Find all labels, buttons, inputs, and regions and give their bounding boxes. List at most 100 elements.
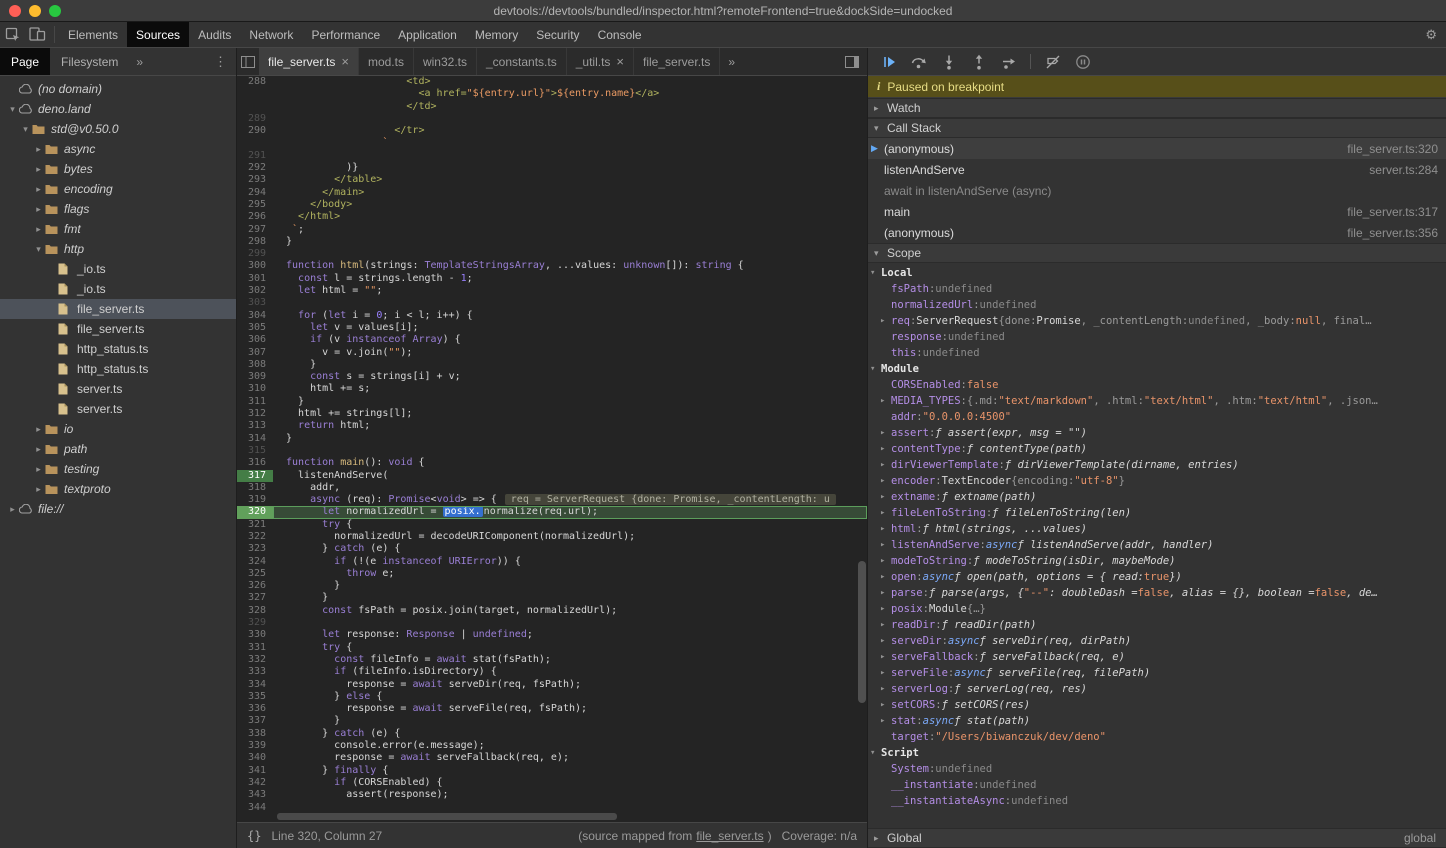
code-content[interactable]: response = await serveFile(req, fsPath);: [273, 703, 867, 715]
device-toolbar-icon[interactable]: [25, 22, 50, 47]
expander-icon[interactable]: ▸: [880, 700, 891, 710]
expander-icon[interactable]: ▸: [880, 492, 891, 502]
vertical-scrollbar-thumb[interactable]: [858, 561, 866, 703]
expander-icon[interactable]: ▾: [6, 104, 19, 115]
line-number[interactable]: 320: [237, 506, 273, 518]
callstack-frame-await-in-listenandserve-async-[interactable]: await in listenAndServe (async): [868, 180, 1446, 201]
expander-icon[interactable]: ▸: [880, 524, 891, 534]
line-number[interactable]: 342: [237, 777, 273, 789]
expander-icon[interactable]: ▸: [32, 184, 45, 195]
code-content[interactable]: }: [273, 359, 867, 371]
line-number[interactable]: 300: [237, 260, 273, 272]
resume-button[interactable]: [875, 51, 902, 73]
expander-icon[interactable]: ▸: [880, 652, 891, 662]
expander-icon[interactable]: ▸: [880, 396, 891, 406]
code-content[interactable]: assert(response);: [273, 789, 867, 801]
expander-icon[interactable]: ▸: [880, 572, 891, 582]
callstack-frame-main[interactable]: mainfile_server.ts:317: [868, 201, 1446, 222]
editor-tab-_constants.ts[interactable]: _constants.ts: [477, 48, 567, 75]
code-content[interactable]: </tr>: [273, 125, 867, 137]
expander-icon[interactable]: ▸: [880, 620, 891, 630]
tree-item-_io.ts[interactable]: _io.ts: [0, 259, 236, 279]
scope-section-local[interactable]: ▾Local: [868, 265, 1446, 281]
code-content[interactable]: if (CORSEnabled) {: [273, 777, 867, 789]
line-number[interactable]: 332: [237, 654, 273, 666]
line-number[interactable]: 309: [237, 371, 273, 383]
code-content[interactable]: let response: Response | undefined;: [273, 629, 867, 641]
scope-var-open[interactable]: ▸open: async ƒ open(path, options = { re…: [868, 569, 1446, 585]
expander-icon[interactable]: ▸: [880, 316, 891, 326]
expander-icon[interactable]: ▸: [32, 204, 45, 215]
line-number[interactable]: [237, 101, 273, 113]
scope-var-filelentostring[interactable]: ▸fileLenToString: ƒ fileLenToString(len): [868, 505, 1446, 521]
expander-icon[interactable]: ▸: [880, 508, 891, 518]
expander-icon[interactable]: ▸: [32, 444, 45, 455]
expander-icon[interactable]: ▾: [870, 748, 881, 758]
line-number[interactable]: 311: [237, 396, 273, 408]
code-content[interactable]: try {: [273, 519, 867, 531]
close-window-button[interactable]: [9, 5, 21, 17]
pretty-print-button[interactable]: {}: [247, 829, 261, 843]
code-content[interactable]: v = v.join("");: [273, 347, 867, 359]
line-number[interactable]: 324: [237, 556, 273, 568]
code-content[interactable]: </td>: [273, 101, 867, 113]
code-content[interactable]: <a href="${entry.url}">${entry.name}</a>: [273, 88, 867, 100]
expander-icon[interactable]: ▾: [19, 124, 32, 135]
expander-icon[interactable]: ▾: [870, 268, 881, 278]
inline-breakpoint-pill[interactable]: posix.: [443, 506, 483, 517]
expander-icon[interactable]: ▸: [880, 540, 891, 550]
tab-console[interactable]: Console: [589, 22, 651, 47]
scope-var-media_types[interactable]: ▸MEDIA_TYPES: {.md: "text/markdown", .ht…: [868, 393, 1446, 409]
scope-var-contenttype[interactable]: ▸contentType: ƒ contentType(path): [868, 441, 1446, 457]
tab-security[interactable]: Security: [527, 22, 588, 47]
tab-memory[interactable]: Memory: [466, 22, 527, 47]
minimize-window-button[interactable]: [29, 5, 41, 17]
expander-icon[interactable]: ▸: [32, 424, 45, 435]
line-number[interactable]: 335: [237, 691, 273, 703]
navigator-toggle-icon[interactable]: [237, 48, 259, 75]
code-content[interactable]: }: [273, 592, 867, 604]
code-content[interactable]: if (!(e instanceof URIError)) {: [273, 556, 867, 568]
navigator-tab-filesystem[interactable]: Filesystem: [50, 48, 129, 75]
expander-icon[interactable]: ▸: [32, 464, 45, 475]
scope-var-serverlog[interactable]: ▸serverLog: ƒ serverLog(req, res): [868, 681, 1446, 697]
expander-icon[interactable]: ▸: [6, 504, 19, 515]
code-content[interactable]: html += s;: [273, 383, 867, 395]
line-number[interactable]: 330: [237, 629, 273, 641]
line-number[interactable]: 336: [237, 703, 273, 715]
line-number[interactable]: 343: [237, 789, 273, 801]
tree-item-std@v0.50.0[interactable]: ▾std@v0.50.0: [0, 119, 236, 139]
step-over-button[interactable]: [905, 51, 932, 73]
expander-icon[interactable]: ▾: [870, 364, 881, 374]
scope-section-module[interactable]: ▾Module: [868, 361, 1446, 377]
line-number[interactable]: 290: [237, 125, 273, 137]
tab-performance[interactable]: Performance: [302, 22, 389, 47]
line-number[interactable]: 334: [237, 679, 273, 691]
expander-icon[interactable]: ▸: [32, 224, 45, 235]
tab-network[interactable]: Network: [240, 22, 302, 47]
scope-var-listenandserve[interactable]: ▸listenAndServe: async ƒ listenAndServe(…: [868, 537, 1446, 553]
expander-icon[interactable]: ▸: [32, 484, 45, 495]
code-content[interactable]: [273, 617, 867, 629]
line-number[interactable]: 325: [237, 568, 273, 580]
navigator-menu-icon[interactable]: ⋮: [205, 48, 236, 75]
tree-item-deno.land[interactable]: ▾deno.land: [0, 99, 236, 119]
line-number[interactable]: 295: [237, 199, 273, 211]
expander-icon[interactable]: ▸: [880, 428, 891, 438]
expander-icon[interactable]: ▸: [880, 460, 891, 470]
horizontal-scrollbar-thumb[interactable]: [277, 813, 617, 820]
code-content[interactable]: } catch (e) {: [273, 543, 867, 555]
tree-item-io[interactable]: ▸io: [0, 419, 236, 439]
source-map-file-link[interactable]: file_server.ts: [696, 829, 763, 843]
tree-item-async[interactable]: ▸async: [0, 139, 236, 159]
line-number[interactable]: 307: [237, 347, 273, 359]
code-content[interactable]: <td>: [273, 76, 867, 88]
callstack-section-header[interactable]: ▾ Call Stack: [868, 118, 1446, 138]
code-content[interactable]: if (v instanceof Array) {: [273, 334, 867, 346]
code-content[interactable]: function main(): void {: [273, 457, 867, 469]
editor-tab-win32.ts[interactable]: win32.ts: [414, 48, 477, 75]
line-number[interactable]: 292: [237, 162, 273, 174]
tree-item-testing[interactable]: ▸testing: [0, 459, 236, 479]
line-number[interactable]: 322: [237, 531, 273, 543]
line-number[interactable]: 327: [237, 592, 273, 604]
